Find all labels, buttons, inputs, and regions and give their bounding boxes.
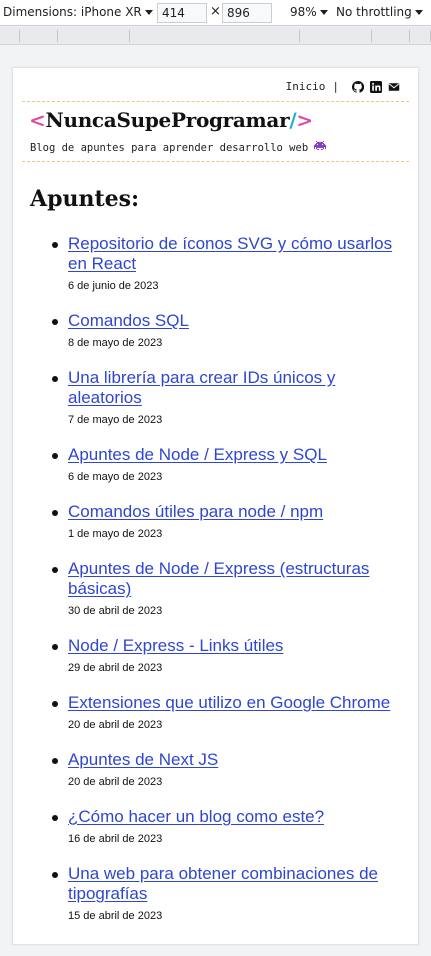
top-nav: Inicio | [286,80,400,93]
ruler-segment[interactable] [300,30,372,42]
times-sign: × [210,4,221,19]
chevron-down-icon [144,10,153,15]
section-title: Apuntes: [30,186,140,212]
header-divider-bottom [22,161,409,162]
device-dropdown[interactable]: Dimensions: iPhone XR [3,5,153,19]
post-date: 20 de abril de 2023 [68,719,163,731]
width-input[interactable]: 414 [157,3,207,23]
tagline-text: Blog de apuntes para aprender desarrollo… [30,142,309,154]
post-date: 29 de abril de 2023 [68,662,163,674]
nav-home-link[interactable]: Inicio [286,80,326,93]
post-link[interactable]: Node / Express - Links útiles [68,636,408,656]
post-link[interactable]: Comandos SQL [68,311,408,331]
logo-open-angle: < [29,108,46,132]
zoom-dropdown[interactable]: 98% [290,5,328,19]
post-link[interactable]: Apuntes de Node / Express (estructuras b… [68,559,408,599]
ruler-segment[interactable] [58,30,130,42]
post-list: Repositorio de íconos SVG y cómo usarlos… [52,234,408,941]
alien-monster-icon [314,141,327,150]
height-input[interactable]: 896 [222,3,272,23]
nav-separator: | [332,80,339,93]
logo-text: NuncaSupeProgramar [45,108,290,132]
list-item: Repositorio de íconos SVG y cómo usarlos… [52,234,408,292]
list-item: Comandos útiles para node / npm 1 de mayo… [52,502,408,540]
post-date: 15 de abril de 2023 [68,910,163,922]
site-logo[interactable]: <NuncaSupeProgramar/> [29,108,313,132]
post-link[interactable]: Apuntes de Next JS [68,750,408,770]
post-link[interactable]: Una librería para crear IDs únicos y ale… [68,368,408,408]
post-link[interactable]: Comandos útiles para node / npm [68,502,408,522]
ruler-segment[interactable] [130,30,300,42]
header-divider-top [22,101,409,102]
zoom-label: 98% [290,5,317,19]
list-item: Apuntes de Next JS 20 de abril de 2023 [52,750,408,788]
devtools-device-toolbar: Dimensions: iPhone XR 414 × 896 98% No t… [0,0,431,26]
post-date: 16 de abril de 2023 [68,833,163,845]
post-link[interactable]: Una web para obtener combinaciones de ti… [68,864,408,904]
media-query-ruler [0,27,431,45]
post-date: 6 de junio de 2023 [68,280,159,292]
ruler-segment[interactable] [372,30,410,42]
linkedin-icon[interactable] [370,80,382,93]
ruler-segment[interactable] [20,30,58,42]
mail-icon[interactable] [388,81,400,93]
post-date: 30 de abril de 2023 [68,605,163,617]
logo-close-angle: > [296,108,313,132]
page-viewport: Inicio | <NuncaSupeProgramar/> Blog de a… [12,67,419,945]
list-item: Node / Express - Links útiles 29 de abril… [52,636,408,674]
list-item: ¿Cómo hacer un blog como este? 16 de abri… [52,807,408,845]
ruler-segment[interactable] [410,30,431,42]
ruler-segment[interactable] [0,30,20,42]
chevron-down-icon [414,10,423,15]
post-date: 7 de mayo de 2023 [68,414,163,426]
list-item: Apuntes de Node / Express (estructuras b… [52,559,408,617]
device-label: Dimensions: iPhone XR [3,5,142,19]
chevron-down-icon [319,10,328,15]
post-date: 6 de mayo de 2023 [68,471,163,483]
list-item: Una librería para crear IDs únicos y ale… [52,368,408,426]
list-item: Una web para obtener combinaciones de ti… [52,864,408,922]
post-date: 8 de mayo de 2023 [68,337,163,349]
github-icon[interactable] [352,80,364,93]
post-link[interactable]: Extensiones que utilizo en Google Chrome [68,693,408,713]
list-item: Comandos SQL 8 de mayo de 2023 [52,311,408,349]
post-link[interactable]: Repositorio de íconos SVG y cómo usarlos… [68,234,408,274]
post-link[interactable]: Apuntes de Node / Express y SQL [68,445,408,465]
throttling-dropdown[interactable]: No throttling [336,5,423,19]
list-item: Apuntes de Node / Express y SQL 6 de mayo… [52,445,408,483]
post-link[interactable]: ¿Cómo hacer un blog como este? [68,807,408,827]
throttling-label: No throttling [336,5,412,19]
list-item: Extensiones que utilizo en Google Chrome… [52,693,408,731]
post-date: 20 de abril de 2023 [68,776,163,788]
site-tagline: Blog de apuntes para aprender desarrollo… [30,141,327,154]
post-date: 1 de mayo de 2023 [68,528,163,540]
